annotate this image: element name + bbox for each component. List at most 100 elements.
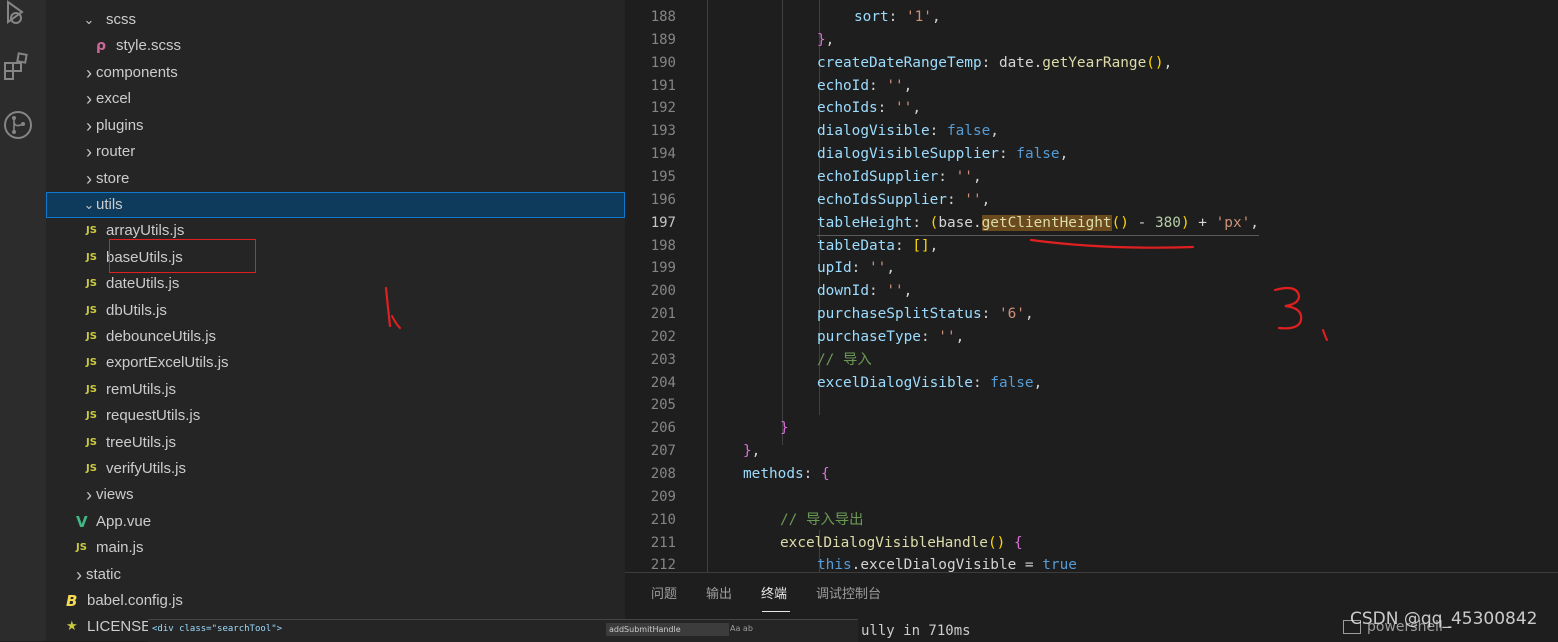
tree-item[interactable]: › excel bbox=[46, 86, 625, 112]
tree-item[interactable]: ⌄ utils bbox=[46, 192, 625, 218]
scss-file-icon: ρ bbox=[96, 38, 107, 54]
activity-bar bbox=[0, 0, 46, 641]
chevron-right-icon: › bbox=[86, 63, 92, 83]
js-file-icon: JS bbox=[86, 278, 97, 289]
code-line[interactable]: dialogVisibleSupplier: false, bbox=[817, 143, 1068, 166]
tree-item[interactable]: JS main.js bbox=[46, 535, 625, 561]
tree-item[interactable]: JS requestUtils.js bbox=[46, 403, 625, 429]
tree-item[interactable]: V App.vue bbox=[46, 509, 625, 535]
chevron-down-icon: ⌄ bbox=[83, 12, 95, 27]
line-number: 199 bbox=[650, 260, 676, 277]
js-file-icon: JS bbox=[86, 410, 97, 421]
tree-item[interactable]: › components bbox=[46, 60, 625, 86]
tree-item[interactable]: JS debounceUtils.js bbox=[46, 324, 625, 350]
find-options[interactable]: Aa ab bbox=[730, 624, 753, 633]
tree-item-label: verifyUtils.js bbox=[106, 460, 187, 477]
code-line[interactable]: echoIdsSupplier: '', bbox=[817, 189, 990, 212]
js-file-icon: JS bbox=[86, 384, 97, 395]
line-number: 208 bbox=[650, 466, 676, 482]
tab-output[interactable]: 输出 bbox=[706, 583, 732, 602]
code-line[interactable]: dialogVisible: false, bbox=[817, 120, 999, 143]
code-line[interactable]: echoIdSupplier: '', bbox=[817, 166, 982, 189]
code-line[interactable]: excelDialogVisible: false, bbox=[817, 372, 1042, 395]
run-debug-icon[interactable] bbox=[2, 0, 36, 34]
line-number: 197 bbox=[650, 214, 676, 231]
code-line[interactable]: this.excelDialogVisible = true bbox=[817, 554, 1077, 572]
tree-item[interactable]: › plugins bbox=[46, 113, 625, 139]
indent-guide bbox=[782, 0, 783, 445]
annotation-box bbox=[109, 239, 256, 273]
line-number: 196 bbox=[650, 191, 676, 208]
code-line[interactable]: excelDialogVisibleHandle() { bbox=[780, 532, 1023, 555]
line-number: 190 bbox=[650, 54, 676, 71]
line-number: 195 bbox=[650, 168, 676, 185]
tree-item-label: static bbox=[86, 566, 122, 583]
tree-item[interactable]: Bbabel.config.js bbox=[46, 588, 625, 614]
tree-item-label: scss bbox=[106, 11, 136, 28]
tree-item[interactable]: › views bbox=[46, 482, 625, 508]
code-line[interactable]: createDateRangeTemp: date.getYearRange()… bbox=[817, 52, 1172, 75]
code-line[interactable]: purchaseType: '', bbox=[817, 326, 964, 349]
tree-item[interactable]: ρ style.scss bbox=[46, 33, 625, 59]
js-file-icon: JS bbox=[86, 357, 97, 368]
code-line[interactable]: // 导入导出 bbox=[780, 509, 864, 532]
tree-item[interactable]: › router bbox=[46, 139, 625, 165]
watermark: CSDN @qq_45300842 bbox=[1350, 609, 1538, 629]
code-line[interactable]: echoId: '', bbox=[817, 75, 912, 98]
tree-item-label: router bbox=[96, 143, 136, 160]
tree-item-label: components bbox=[96, 64, 178, 81]
tree-item-label: treeUtils.js bbox=[106, 434, 177, 451]
code-editor[interactable]: 188 sort: '1', 189}, 190 createDateRangeTemp… bbox=[625, 0, 1558, 572]
code-line[interactable]: purchaseSplitStatus: '6', bbox=[817, 303, 1034, 326]
line-number: 211 bbox=[650, 534, 676, 551]
vue-file-icon: V bbox=[76, 513, 88, 531]
line-number: 188 bbox=[650, 9, 676, 25]
line-number: 194 bbox=[650, 146, 676, 163]
line-number: 204 bbox=[650, 374, 676, 391]
source-control-icon[interactable] bbox=[2, 108, 36, 142]
tree-item[interactable]: › static bbox=[46, 562, 625, 588]
tree-item[interactable]: ⌄ scss bbox=[46, 7, 625, 33]
code-line[interactable]: methods: { bbox=[743, 463, 830, 486]
explorer-panel: ⌄ scss ρ style.scss › components › excel › plugin… bbox=[46, 0, 625, 641]
tree-item-label: store bbox=[96, 170, 130, 187]
annotation-1 bbox=[384, 286, 401, 329]
code-line[interactable]: sort: '1', bbox=[854, 6, 941, 29]
js-file-icon: JS bbox=[86, 252, 97, 263]
tree-item[interactable]: JS verifyUtils.js bbox=[46, 456, 625, 482]
line-number: 198 bbox=[650, 237, 676, 254]
code-line[interactable]: upId: '', bbox=[817, 257, 895, 280]
chevron-right-icon: › bbox=[86, 485, 92, 505]
tree-item[interactable]: JS treeUtils.js bbox=[46, 430, 625, 456]
code-line[interactable]: echoIds: '', bbox=[817, 97, 921, 120]
js-file-icon: JS bbox=[86, 463, 97, 474]
code-line[interactable]: // 导入 bbox=[817, 349, 872, 372]
code-line[interactable]: downId: '', bbox=[817, 280, 912, 303]
line-number: 212 bbox=[650, 557, 676, 572]
tab-terminal[interactable]: 终端 bbox=[761, 583, 787, 602]
code-line[interactable]: }, bbox=[743, 440, 760, 463]
extensions-icon[interactable] bbox=[2, 50, 36, 84]
line-number: 202 bbox=[650, 328, 676, 345]
tree-item-label: excel bbox=[96, 90, 132, 107]
babel-icon: B bbox=[66, 592, 78, 610]
find-input[interactable]: addSubmitHandle bbox=[606, 623, 729, 636]
tree-item[interactable]: JS dateUtils.js bbox=[46, 271, 625, 297]
line-number: 192 bbox=[650, 100, 676, 117]
tree-item[interactable]: JS remUtils.js bbox=[46, 377, 625, 403]
tree-item[interactable]: › store bbox=[46, 166, 625, 192]
tree-item-label: LICENSE bbox=[87, 618, 152, 635]
tab-debug-console[interactable]: 调试控制台 bbox=[816, 583, 881, 602]
code-line[interactable]: } bbox=[780, 417, 789, 440]
code-line[interactable]: }, bbox=[817, 29, 834, 52]
line-number: 207 bbox=[650, 443, 676, 460]
active-tab-underline bbox=[762, 611, 790, 612]
tree-item[interactable]: JS exportExcelUtils.js bbox=[46, 350, 625, 376]
tree-item[interactable]: JS dbUtils.js bbox=[46, 298, 625, 324]
indent-guide bbox=[707, 0, 708, 572]
tab-problems[interactable]: 问题 bbox=[651, 583, 677, 602]
annotation-underline bbox=[1029, 238, 1195, 249]
js-file-icon: JS bbox=[86, 225, 97, 236]
code-line[interactable]: tableData: [], bbox=[817, 235, 938, 258]
line-number: 203 bbox=[650, 351, 676, 368]
